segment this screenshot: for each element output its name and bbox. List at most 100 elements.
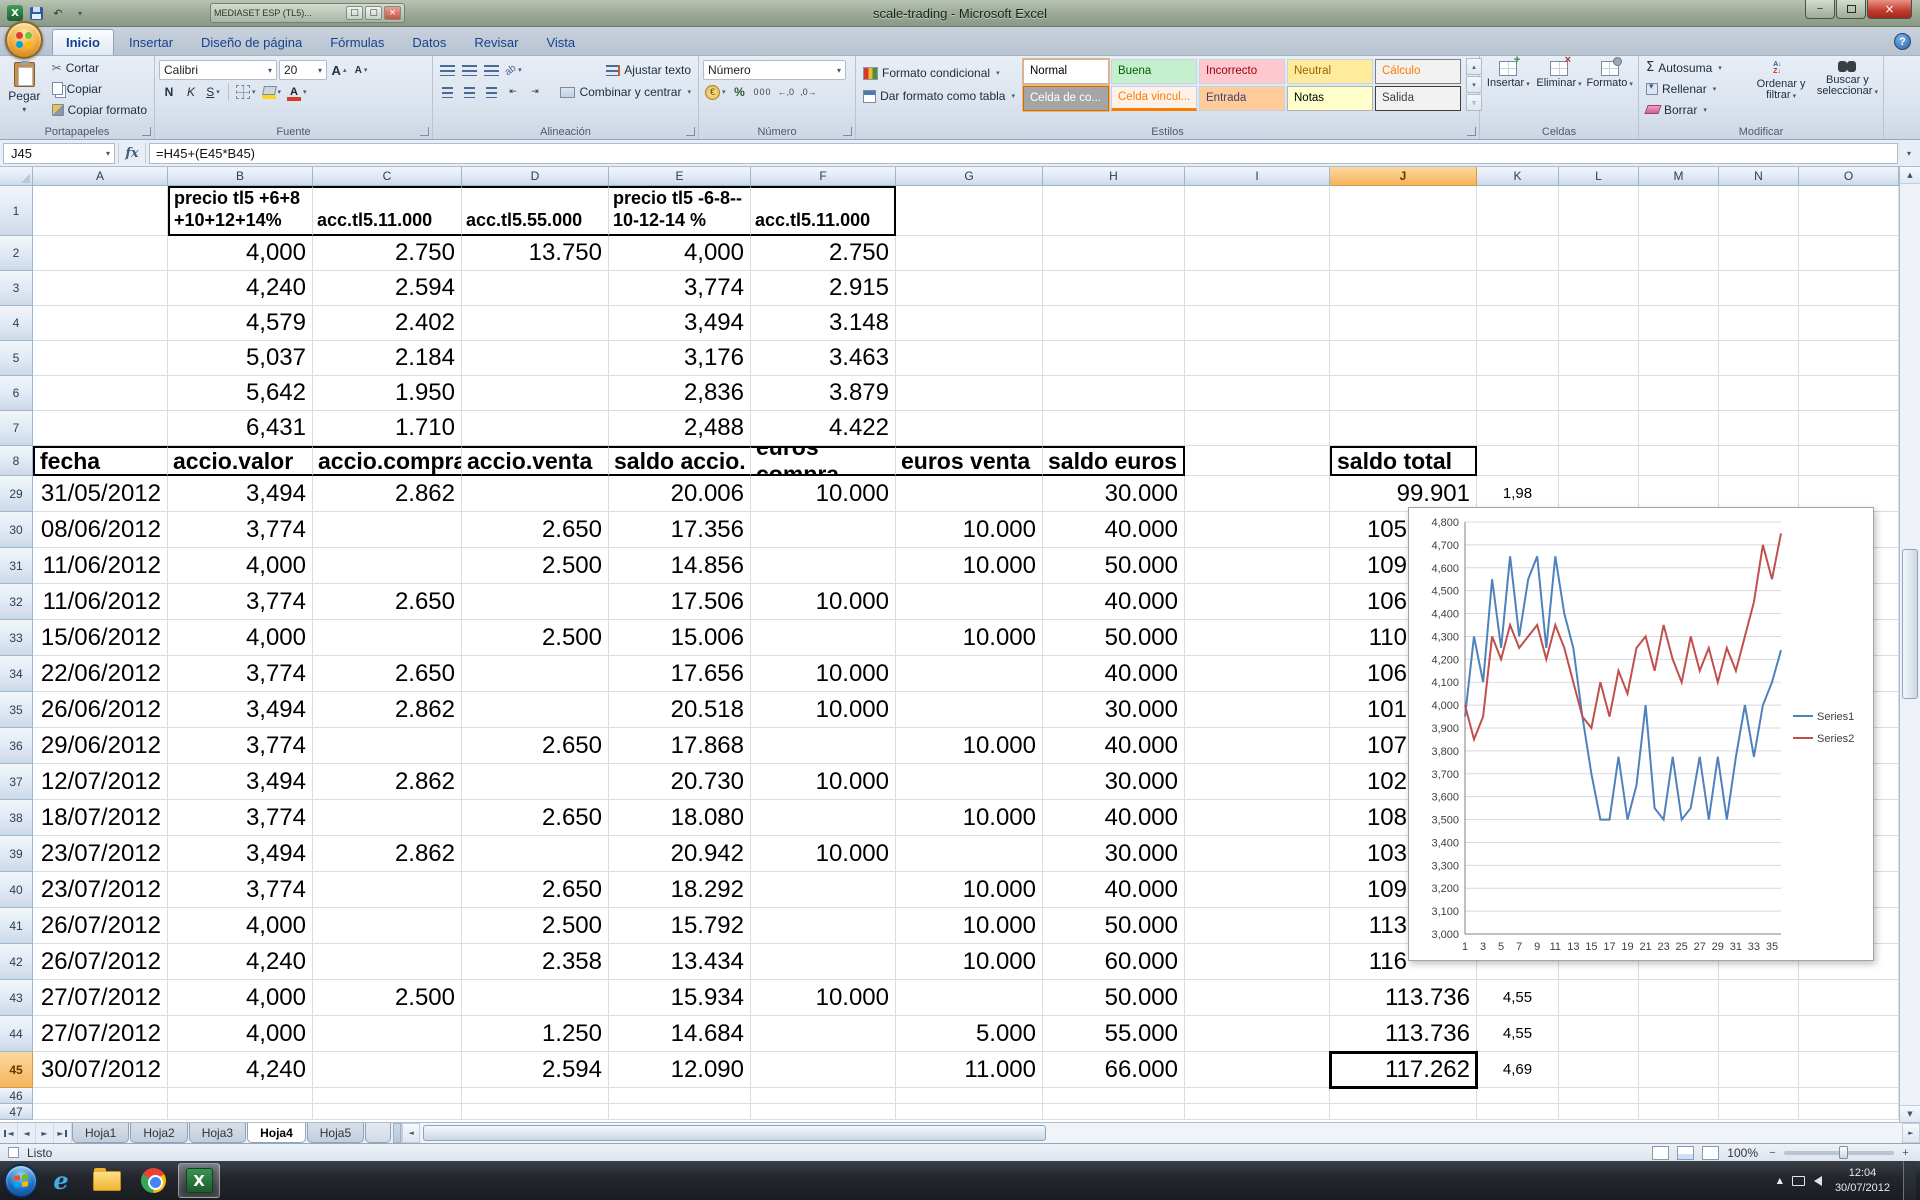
cell-K45[interactable]: 4,69 [1477,1052,1559,1088]
conditional-formatting-button[interactable]: Formato condicional▾ [860,64,1018,83]
cell-G39[interactable] [896,836,1043,872]
cell-H31[interactable]: 50.000 [1043,548,1185,584]
cell-C36[interactable] [313,728,462,764]
cell-N45[interactable] [1719,1052,1799,1088]
cell-O44[interactable] [1799,1016,1899,1052]
cell-J2[interactable] [1330,236,1477,271]
cell-G41[interactable]: 10.000 [896,908,1043,944]
cell-E46[interactable] [609,1088,751,1104]
cell-M1[interactable] [1639,186,1719,236]
grow-font-button[interactable]: A▴ [329,60,349,80]
cell-C8[interactable]: accio.compra [313,446,462,476]
cell-N47[interactable] [1719,1104,1799,1120]
cell-G31[interactable]: 10.000 [896,548,1043,584]
cell-L44[interactable] [1559,1016,1639,1052]
series-line-series1[interactable] [1465,556,1781,819]
cell-D30[interactable]: 2.650 [462,512,609,548]
cell-G34[interactable] [896,656,1043,692]
cell-L4[interactable] [1559,306,1639,341]
cell-M3[interactable] [1639,271,1719,306]
cell-E42[interactable]: 13.434 [609,944,751,980]
cell-A43[interactable]: 27/07/2012 [33,980,168,1016]
align-bottom-button[interactable] [481,60,501,80]
dialog-launcher-icon[interactable] [1467,127,1476,136]
cell-A46[interactable] [33,1088,168,1104]
style-chip-entrada[interactable]: Entrada [1199,86,1285,111]
scroll-down-button[interactable]: ▼ [1900,1105,1920,1122]
dialog-launcher-icon[interactable] [686,127,695,136]
cell-E44[interactable]: 14.684 [609,1016,751,1052]
cell-C35[interactable]: 2.862 [313,692,462,728]
cell-J4[interactable] [1330,306,1477,341]
cell-K46[interactable] [1477,1088,1559,1104]
cell-F40[interactable] [751,872,896,908]
cell-D40[interactable]: 2.650 [462,872,609,908]
cell-K8[interactable] [1477,446,1559,476]
cell-F2[interactable]: 2.750 [751,236,896,271]
row-header-35[interactable]: 35 [0,692,33,728]
cell-B4[interactable]: 4,579 [168,306,313,341]
cell-I46[interactable] [1185,1088,1330,1104]
style-chip-celda-de-co-[interactable]: Celda de co... [1023,86,1109,111]
cell-J47[interactable] [1330,1104,1477,1120]
cell-A45[interactable]: 30/07/2012 [33,1052,168,1088]
row-header-34[interactable]: 34 [0,656,33,692]
scroll-right-button[interactable]: ► [1902,1123,1920,1143]
cell-A1[interactable] [33,186,168,236]
style-chip-c-lculo[interactable]: Cálculo [1375,59,1461,84]
cell-H35[interactable]: 30.000 [1043,692,1185,728]
cell-L2[interactable] [1559,236,1639,271]
cell-F32[interactable]: 10.000 [751,584,896,620]
row-header-8[interactable]: 8 [0,446,33,476]
cell-I41[interactable] [1185,908,1330,944]
cell-I45[interactable] [1185,1052,1330,1088]
cell-K7[interactable] [1477,411,1559,446]
paste-button[interactable]: Pegar ▾ [4,58,45,119]
cell-C1[interactable]: acc.tl5.11.000 [313,186,462,236]
cell-K47[interactable] [1477,1104,1559,1120]
cell-M6[interactable] [1639,376,1719,411]
cell-O47[interactable] [1799,1104,1899,1120]
cell-A42[interactable]: 26/07/2012 [33,944,168,980]
ribbon-tab-fórmulas[interactable]: Fórmulas [317,30,397,55]
cell-A3[interactable] [33,271,168,306]
row-header-38[interactable]: 38 [0,800,33,836]
underline-button[interactable]: S▾ [203,82,223,102]
cell-G38[interactable]: 10.000 [896,800,1043,836]
cell-N3[interactable] [1719,271,1799,306]
cell-I35[interactable] [1185,692,1330,728]
cell-E33[interactable]: 15.006 [609,620,751,656]
row-header-32[interactable]: 32 [0,584,33,620]
column-header-N[interactable]: N [1719,167,1799,186]
number-format-select[interactable]: Número▾ [703,60,846,80]
cell-C4[interactable]: 2.402 [313,306,462,341]
cell-E40[interactable]: 18.292 [609,872,751,908]
align-right-button[interactable] [481,82,501,102]
insert-worksheet-tab[interactable] [365,1123,391,1143]
cell-E1[interactable]: precio tl5 -6-8-- 10-12-14 % [609,186,751,236]
cell-K3[interactable] [1477,271,1559,306]
cell-G3[interactable] [896,271,1043,306]
cell-D8[interactable]: accio.venta [462,446,609,476]
cell-O3[interactable] [1799,271,1899,306]
row-header-45[interactable]: 45 [0,1052,33,1088]
cell-B8[interactable]: accio.valor [168,446,313,476]
cell-E37[interactable]: 20.730 [609,764,751,800]
format-as-table-button[interactable]: Dar formato como tabla▾ [860,87,1018,106]
macro-record-icon[interactable] [8,1147,19,1158]
insert-cells-button[interactable]: Insertar▾ [1484,58,1533,90]
cell-D37[interactable] [462,764,609,800]
row-header-41[interactable]: 41 [0,908,33,944]
zoom-out-button[interactable]: − [1766,1146,1779,1159]
cell-N8[interactable] [1719,446,1799,476]
tab-splitter[interactable] [393,1123,401,1143]
cell-A30[interactable]: 08/06/2012 [33,512,168,548]
network-icon[interactable] [1792,1176,1805,1186]
format-painter-button[interactable]: Copiar formato [49,100,150,119]
prev-sheet-button[interactable]: ◄ [18,1123,36,1143]
format-cells-button[interactable]: Formato▾ [1585,58,1634,90]
vertical-scroll-thumb[interactable] [1902,549,1918,699]
cell-J7[interactable] [1330,411,1477,446]
cell-B35[interactable]: 3,494 [168,692,313,728]
cell-O4[interactable] [1799,306,1899,341]
